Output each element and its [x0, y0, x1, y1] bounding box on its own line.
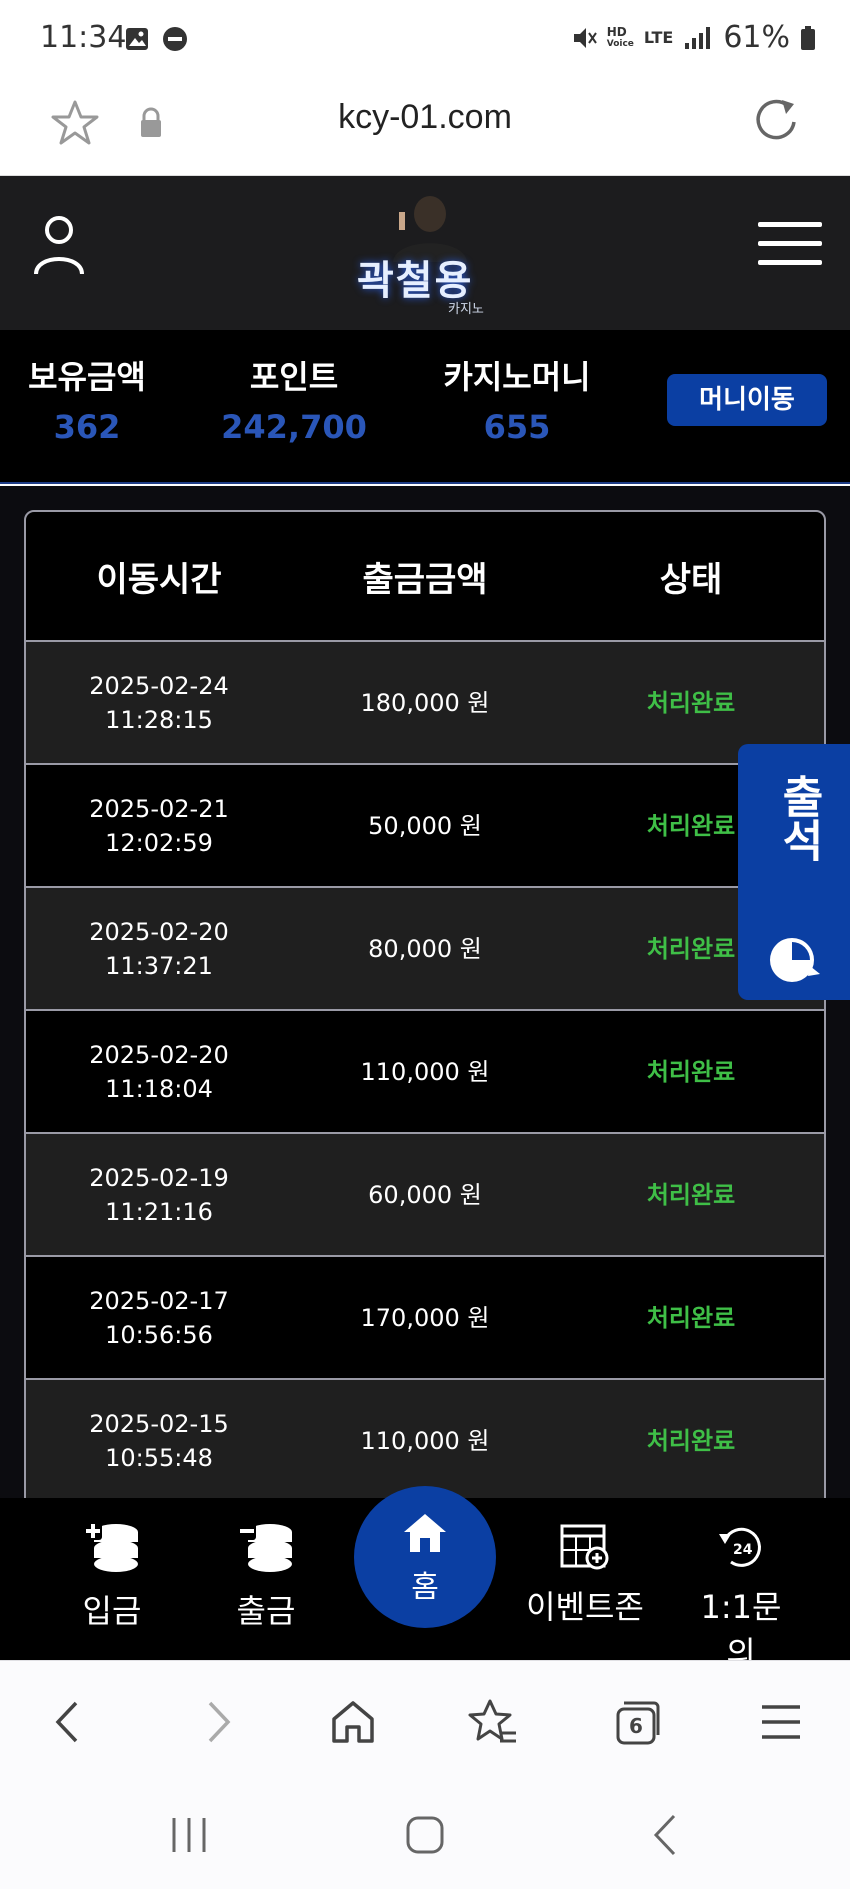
table-row: 2025-02-15 10:55:48 110,000 원 처리완료: [26, 1380, 824, 1503]
table-row: 2025-02-20 11:37:21 80,000 원 처리완료: [26, 888, 824, 1011]
cell-datetime: 2025-02-24 11:28:15: [89, 671, 229, 734]
cell-datetime: 2025-02-17 10:56:56: [89, 1286, 229, 1349]
side-tab-label: 출석: [773, 774, 824, 862]
header-transfer-time: 이동시간: [96, 559, 222, 600]
clock-icon: [770, 938, 820, 982]
cell-amount: 110,000 원: [360, 1426, 490, 1455]
user-icon[interactable]: [32, 214, 86, 276]
system-nav-bar: [0, 1780, 850, 1889]
cell-datetime: 2025-02-20 11:37:21: [89, 917, 229, 980]
balance-value: 242,700: [221, 408, 367, 446]
svg-text:24: 24: [733, 1542, 753, 1558]
browser-home-icon[interactable]: [328, 1697, 378, 1747]
header-status: 상태: [659, 559, 723, 600]
tabs-button[interactable]: 6: [612, 1697, 662, 1747]
status-right: HD Voice LTE 61%: [571, 20, 816, 55]
table-row: 2025-02-19 11:21:16 60,000 원 처리완료: [26, 1134, 824, 1257]
nav-label: 이벤트존: [526, 1588, 644, 1626]
header-withdraw-amount: 출금금액: [362, 559, 488, 600]
cell-amount: 80,000 원: [368, 934, 482, 963]
back-icon[interactable]: [44, 1697, 94, 1747]
cell-status: 처리완료: [646, 688, 736, 717]
balance-label: 카지노머니: [443, 358, 591, 396]
system-back-icon[interactable]: [640, 1810, 690, 1860]
status-bar: 11:34 HD Voice LTE 61%: [0, 0, 850, 80]
cell-datetime: 2025-02-15 10:55:48: [89, 1409, 229, 1472]
cell-amount: 60,000 원: [368, 1180, 482, 1209]
nav-home[interactable]: 홈: [354, 1486, 496, 1628]
cell-amount: 110,000 원: [360, 1057, 490, 1086]
money-transfer-button[interactable]: 머니이동: [667, 374, 827, 426]
nav-event-zone[interactable]: 이벤트존: [520, 1520, 650, 1628]
table-header: 이동시간 출금금액 상태: [26, 512, 824, 642]
main-content: 이동시간 출금금액 상태 2025-02-24 11:28:15 180,000 …: [0, 486, 850, 1510]
cell-datetime: 2025-02-21 12:02:59: [89, 794, 229, 857]
withdraw-history-table: 이동시간 출금금액 상태 2025-02-24 11:28:15 180,000 …: [24, 510, 826, 1510]
menu-icon[interactable]: [758, 220, 822, 268]
signal-icon: [685, 26, 711, 49]
bottom-nav: 입금 출금 홈 이벤트존 24 1:1문의: [0, 1486, 850, 1672]
balance-holding: 보유금액 362: [20, 352, 154, 446]
battery-percent: 61%: [723, 20, 790, 55]
url-text[interactable]: kcy-01.com: [0, 98, 850, 137]
table-row: 2025-02-20 11:18:04 110,000 원 처리완료: [26, 1011, 824, 1134]
nav-label: 입금: [82, 1592, 142, 1630]
balance-value: 655: [483, 408, 551, 446]
site-header: 곽철용 카지노: [0, 176, 850, 330]
balance-value: 362: [53, 408, 121, 446]
reload-icon[interactable]: [750, 96, 802, 148]
cell-status: 처리완료: [646, 1180, 736, 1209]
browser-menu-icon[interactable]: [756, 1697, 806, 1747]
system-home-icon[interactable]: [400, 1810, 450, 1860]
cell-datetime: 2025-02-20 11:18:04: [89, 1040, 229, 1103]
tab-count: 6: [629, 1714, 643, 1738]
hd-label: HD: [606, 24, 627, 39]
balance-label: 보유금액: [28, 358, 146, 396]
event-calendar-icon: [560, 1524, 609, 1570]
forward-icon[interactable]: [192, 1697, 242, 1747]
cell-datetime: 2025-02-19 11:21:16: [89, 1163, 229, 1226]
mute-icon: [573, 27, 597, 48]
home-icon: [404, 1514, 446, 1552]
balance-bar: 보유금액 362 포인트 242,700 카지노머니 655 머니이동: [0, 330, 850, 484]
deposit-coins-icon: [84, 1522, 138, 1572]
nav-withdraw[interactable]: 출금: [216, 1520, 316, 1632]
cell-amount: 170,000 원: [360, 1303, 490, 1332]
balance-casino-money: 카지노머니 655: [430, 352, 604, 446]
nav-deposit[interactable]: 입금: [62, 1520, 162, 1632]
bookmarks-icon[interactable]: [468, 1697, 518, 1747]
balance-points: 포인트 242,700: [214, 352, 374, 446]
browser-toolbar: 6: [0, 1660, 850, 1780]
cell-status: 처리완료: [646, 1057, 736, 1086]
logo-sub: 카지노: [448, 302, 484, 317]
attendance-side-tab[interactable]: 출석: [738, 744, 850, 1000]
support-24-icon: 24: [719, 1527, 761, 1567]
status-time: 11:34: [40, 20, 127, 55]
table-row: 2025-02-17 10:56:56 170,000 원 처리완료: [26, 1257, 824, 1380]
lte-label: LTE: [643, 28, 674, 47]
withdraw-coins-icon: [238, 1522, 292, 1572]
cell-status: 처리완료: [646, 1426, 736, 1455]
gallery-icon: [126, 28, 148, 50]
balance-label: 포인트: [249, 358, 339, 396]
voice-label: Voice: [606, 38, 634, 49]
do-not-disturb-icon: [163, 27, 187, 51]
recents-icon[interactable]: [164, 1810, 214, 1860]
cell-status: 처리완료: [646, 1303, 736, 1332]
nav-label: 홈: [411, 1570, 439, 1605]
cell-amount: 180,000 원: [360, 688, 490, 717]
cell-amount: 50,000 원: [368, 811, 482, 840]
site-logo[interactable]: 곽철용 카지노: [345, 188, 515, 320]
nav-inquiry[interactable]: 24 1:1문의: [686, 1520, 796, 1674]
screen: 11:34 HD Voice LTE 61% kcy-01.com 곽철용 카지…: [0, 0, 850, 1889]
browser-url-bar: kcy-01.com: [0, 80, 850, 176]
nav-label: 출금: [236, 1592, 296, 1630]
table-row: 2025-02-21 12:02:59 50,000 원 처리완료: [26, 765, 824, 888]
table-row: 2025-02-24 11:28:15 180,000 원 처리완료: [26, 642, 824, 765]
battery-icon: [801, 25, 815, 50]
